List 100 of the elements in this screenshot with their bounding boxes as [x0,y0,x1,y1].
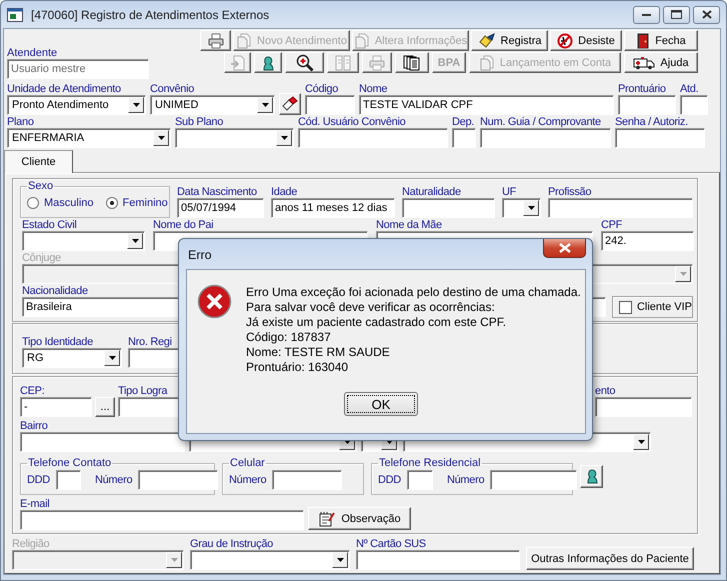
close-form-button[interactable]: Fecha [624,30,698,51]
text-field[interactable] [595,397,692,417]
search-button[interactable] [285,52,324,73]
field-label: Tipo Logra [118,385,168,397]
document-arrow-icon [230,54,246,70]
app-icon [7,8,23,22]
text-field[interactable]: Usuario mestre [7,59,149,79]
documents-icon [354,32,370,48]
text-field[interactable] [272,470,342,490]
tab[interactable]: Cliente [4,150,73,173]
field-label: Número [446,474,484,486]
field-label: Unidade de Atendimento [7,83,121,95]
text-field[interactable] [402,198,495,218]
eraser-button[interactable] [279,93,301,115]
dropdown[interactable] [175,128,294,148]
contact-button[interactable] [580,464,603,488]
minimize-button[interactable] [633,6,660,24]
ambulance-icon [633,56,656,70]
text-field[interactable]: anos 11 meses 12 dias [271,198,395,218]
text-field[interactable]: TESTE VALIDAR CPF [359,95,614,115]
text-field[interactable] [480,128,611,148]
group-label: Telefone Contato [28,457,112,469]
field-label: Nro. Regi [128,336,172,348]
close-icon [702,10,712,19]
text-field[interactable] [20,510,304,530]
other-info-button[interactable]: Outras Informações do Paciente [526,547,694,570]
minimize-icon [642,12,652,16]
browse-button[interactable]: ... [95,397,115,417]
eraser-icon [282,96,298,112]
close-button[interactable] [693,6,720,24]
close-button[interactable] [543,239,586,258]
text-field[interactable] [20,432,185,452]
field-label: Tipo Identidade [22,336,93,348]
text-field[interactable] [356,550,520,570]
no-entry-icon [557,32,574,48]
text-field[interactable] [618,95,676,115]
error-message: Código: 187837 [246,330,332,345]
text-field[interactable] [490,470,578,490]
field-label: Cônjuge [22,252,61,264]
cancel-button[interactable]: Desiste [550,30,622,51]
field-label: Atendente [7,47,58,59]
patient-button[interactable] [254,52,282,73]
field-label: Número [229,474,266,486]
print-button[interactable] [200,30,231,51]
ok-button[interactable]: OK [344,392,418,416]
text-field[interactable] [680,95,708,115]
field-label: DDD [378,474,401,486]
field-label: Nacionalidade [22,285,88,297]
radio-button[interactable] [106,196,118,208]
text-field[interactable]: 05/07/1994 [177,198,264,218]
field-label: Nome da Mãe [376,219,442,231]
field-label: E-mail [20,498,50,510]
text-field[interactable] [452,128,476,148]
dropdown[interactable]: ENFERMARIA [7,128,171,148]
checkbox-option[interactable]: Cliente VIP [612,296,693,318]
dropdown[interactable] [22,231,145,251]
dropdown[interactable]: RG [22,348,122,368]
error-message: Já existe um paciente cadastrado com este CPF. [246,315,508,330]
dropdown[interactable]: UNIMED [150,95,275,115]
error-message: Erro Uma exceção foi acionada pelo destino de uma chamada. [246,285,581,300]
text-field[interactable] [615,128,705,148]
radio-option[interactable]: Feminino [106,196,168,208]
field-label: CPF [601,219,622,231]
printer-icon [208,32,224,48]
field-label: Bairro [20,420,48,432]
text-field[interactable]: 242. [601,231,694,251]
group-label: Sexo [28,180,54,192]
help-button[interactable]: Ajuda [624,52,698,73]
text-field[interactable] [548,198,693,218]
field-label: Prontuário [618,83,666,95]
dropdown[interactable]: Pronto Atendimento [7,95,146,115]
window-title: [470060] Registro de Atendimentos Externos [31,8,270,22]
checkbox[interactable] [619,300,632,314]
field-label: Idade [271,186,298,198]
field-label: Nome do Pai [153,219,214,231]
documents-button[interactable] [395,52,429,73]
field-label: Profissão [548,186,592,198]
observation-button[interactable]: Observação [308,507,411,530]
group-label: Telefone Residencial [379,457,481,469]
field-label: Estado Civil [22,219,76,231]
field-label: Senha / Autoriz. [615,116,688,128]
text-field[interactable] [406,470,433,490]
person-icon [261,54,275,70]
dropdown[interactable] [502,198,541,218]
field-label: Naturalidade [402,186,461,198]
text-field[interactable]: - [20,397,92,417]
two-documents-icon [335,54,351,70]
dropdown[interactable] [190,550,350,570]
field-label: Código [305,83,338,95]
text-field[interactable] [56,470,81,490]
maximize-button[interactable] [663,6,690,24]
text-field[interactable] [298,128,448,148]
field-label: UF [502,186,516,198]
maximize-icon [671,10,682,19]
text-field[interactable] [138,470,218,490]
radio-option[interactable]: Masculino [27,196,94,208]
register-button[interactable]: Registra [471,30,548,51]
document-stack-icon [403,54,421,70]
radio-button[interactable] [27,196,39,208]
text-field[interactable] [305,95,355,115]
